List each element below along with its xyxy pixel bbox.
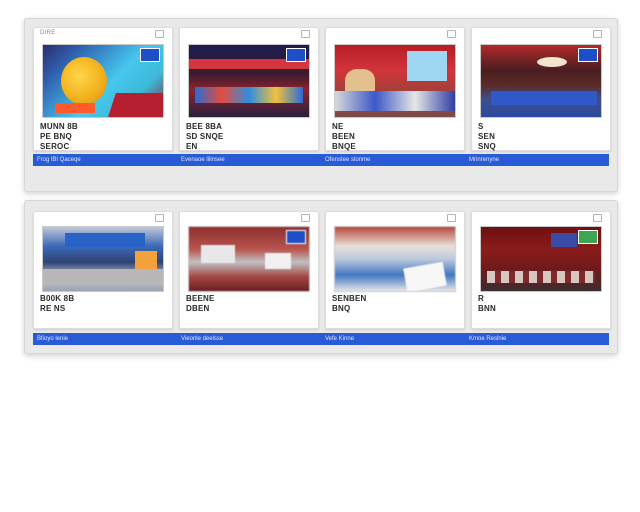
category-link[interactable]: Vefe Kinne [321,333,465,345]
category-link[interactable]: Bfioyo lenie [33,333,177,345]
thumbnail-image[interactable] [334,226,456,292]
channel-badge-icon [286,230,306,244]
category-link[interactable]: Vieonle deelsse [177,333,321,345]
thumbnail-image[interactable] [480,44,602,118]
channel-badge-icon [286,48,306,62]
category-link[interactable]: Kmoe Reslnie [465,333,609,345]
card-meta [332,30,456,38]
checkbox-icon[interactable] [155,30,164,38]
card-caption: BEENE DBEN [186,294,215,313]
video-card[interactable]: BEENE DBEN [179,211,319,329]
category-link[interactable]: Mrinrenyne [465,154,609,166]
checkbox-icon[interactable] [447,214,456,222]
video-card[interactable]: S SEN SNQ [471,27,611,151]
card-caption: S SEN SNQ [478,122,496,151]
card-caption: B00K 8B RE NS [40,294,75,313]
video-card[interactable]: NE BEEN BNQE [325,27,465,151]
card-caption: MUNN 8B PE BNQ SEROC [40,122,78,151]
thumbnail-image[interactable] [42,226,164,292]
card-caption: SENBEN BNQ [332,294,367,313]
video-card[interactable]: B00K 8B RE NS [33,211,173,329]
card-caption: R BNN [478,294,496,313]
checkbox-icon[interactable] [301,214,310,222]
video-card[interactable]: BEE 8BA SD SNQE EN [179,27,319,151]
channel-badge-icon [578,230,598,244]
category-bar: Bfioyo lenie Vieonle deelsse Vefe Kinne … [33,333,609,345]
card-meta [186,214,310,222]
card-mini-label: DIRE [40,30,56,36]
category-link[interactable]: Frog lBI Qaceqe [33,154,177,166]
checkbox-icon[interactable] [593,30,602,38]
video-card[interactable]: R BNN [471,211,611,329]
video-card[interactable]: DIRE MUNN 8B PE BNQ SEROC [33,27,173,151]
card-meta [332,214,456,222]
checkbox-icon[interactable] [301,30,310,38]
card-meta [40,214,164,222]
category-link[interactable]: Ofenstee slonme [321,154,465,166]
thumbnail-image[interactable] [42,44,164,118]
category-bar: Frog lBI Qaceqe Evenaoe lilinsee Ofenste… [33,154,609,166]
checkbox-icon[interactable] [155,214,164,222]
card-meta [186,30,310,38]
card-meta [478,214,602,222]
card-caption: NE BEEN BNQE [332,122,356,151]
channel-badge-icon [140,48,160,62]
category-link[interactable]: Evenaoe lilinsee [177,154,321,166]
gallery-row-2: B00K 8B RE NS BEENE DBEN SENBEN BNQ R BN… [24,200,618,354]
thumbnail-image[interactable] [480,226,602,292]
video-card[interactable]: SENBEN BNQ [325,211,465,329]
checkbox-icon[interactable] [447,30,456,38]
thumbnail-image[interactable] [188,226,310,292]
card-meta: DIRE [40,30,164,38]
thumbnail-image[interactable] [188,44,310,118]
checkbox-icon[interactable] [593,214,602,222]
card-caption: BEE 8BA SD SNQE EN [186,122,224,151]
thumbnail-image[interactable] [334,44,456,118]
gallery-row-1: DIRE MUNN 8B PE BNQ SEROC BEE 8BA SD SNQ… [24,18,618,192]
channel-badge-icon [578,48,598,62]
price-tag-icon [55,103,95,113]
card-meta [478,30,602,38]
